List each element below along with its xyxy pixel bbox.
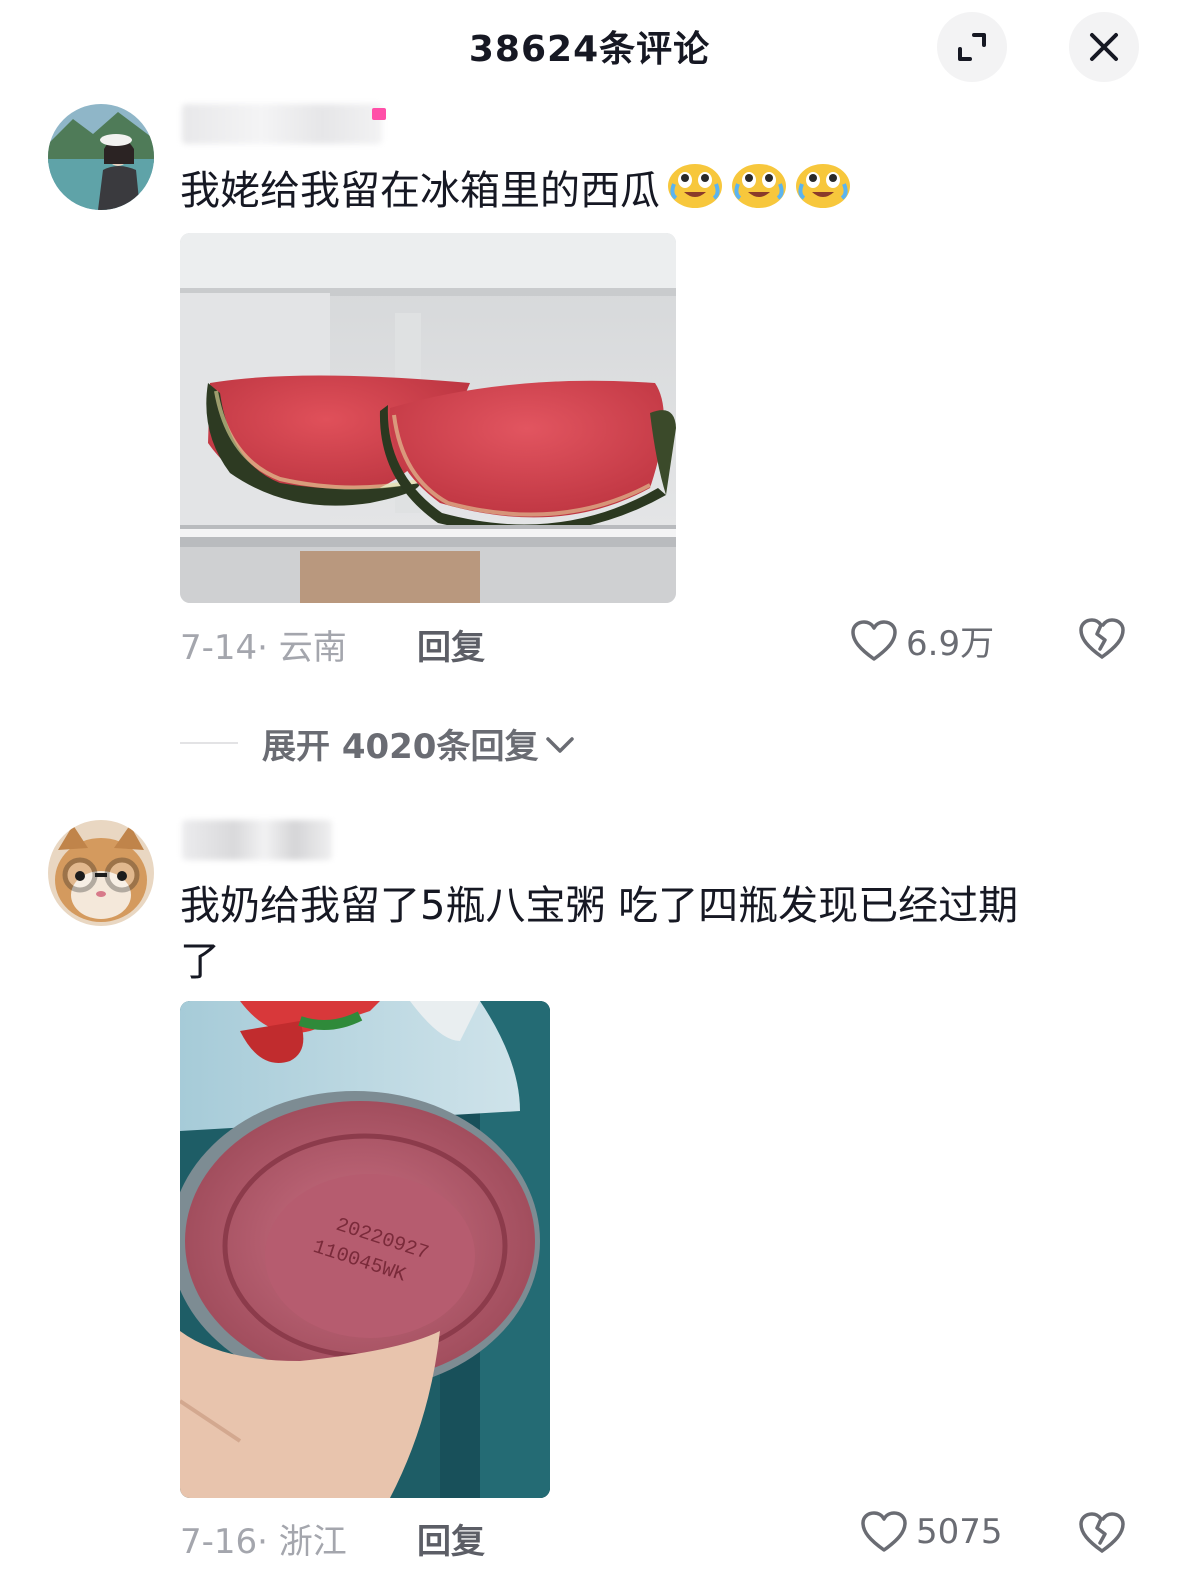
- chevron-down-icon: [546, 736, 575, 753]
- heart-icon: [861, 1511, 907, 1552]
- comment-text: 我奶给我留了5瓶八宝粥 吃了四瓶发现已经过期 了: [180, 878, 1140, 990]
- username-redacted[interactable]: [182, 820, 332, 860]
- reply-button[interactable]: 回复: [417, 1514, 485, 1563]
- avatar-image: [48, 820, 154, 926]
- comment-text-line: 了: [180, 939, 220, 985]
- watermelon-photo: [180, 233, 676, 603]
- comment-text-line: 我奶给我留了5瓶八宝粥 吃了四瓶发现已经过期: [180, 883, 1019, 929]
- crying-laughing-emoji-icon: [666, 160, 724, 210]
- avatar[interactable]: [48, 104, 154, 210]
- expand-icon: [958, 33, 986, 61]
- user-badge: [372, 108, 386, 120]
- like-count: 5075: [916, 1512, 1003, 1552]
- comment-text: 我姥给我留在冰箱里的西瓜: [180, 160, 852, 219]
- can-photo: 20220927 110045WK: [180, 1001, 550, 1498]
- like-count: 6.9万: [906, 624, 995, 664]
- expand-replies-button[interactable]: 展开 4020条回复: [262, 719, 576, 768]
- crying-laughing-emoji-icon: [730, 160, 788, 210]
- comment-image-can[interactable]: 20220927 110045WK: [180, 1001, 550, 1498]
- heart-icon: [851, 619, 897, 661]
- reply-button[interactable]: 回复: [417, 620, 485, 669]
- dislike-button[interactable]: [1078, 1510, 1126, 1560]
- username-redacted[interactable]: [182, 104, 382, 144]
- expand-replies-label: 展开 4020条回复: [262, 727, 539, 767]
- avatar[interactable]: [48, 820, 154, 926]
- comment-date-location: 7-14· 云南: [180, 628, 347, 668]
- avatar-image: [48, 104, 154, 210]
- comment-text-body: 我姥给我留在冰箱里的西瓜: [180, 168, 660, 214]
- like-button[interactable]: 6.9万: [850, 616, 994, 665]
- crying-laughing-emoji-icon: [794, 160, 852, 210]
- close-button[interactable]: [1069, 12, 1139, 82]
- dislike-button[interactable]: [1078, 616, 1126, 666]
- broken-heart-icon: [1079, 618, 1125, 659]
- expand-button[interactable]: [937, 12, 1007, 82]
- comment-image-watermelon[interactable]: [180, 233, 676, 603]
- broken-heart-icon: [1079, 1512, 1125, 1553]
- expand-divider: [180, 742, 238, 744]
- comment-date-location: 7-16· 浙江: [180, 1522, 347, 1562]
- close-icon: [1090, 33, 1118, 61]
- like-button[interactable]: 5075: [860, 1510, 1003, 1554]
